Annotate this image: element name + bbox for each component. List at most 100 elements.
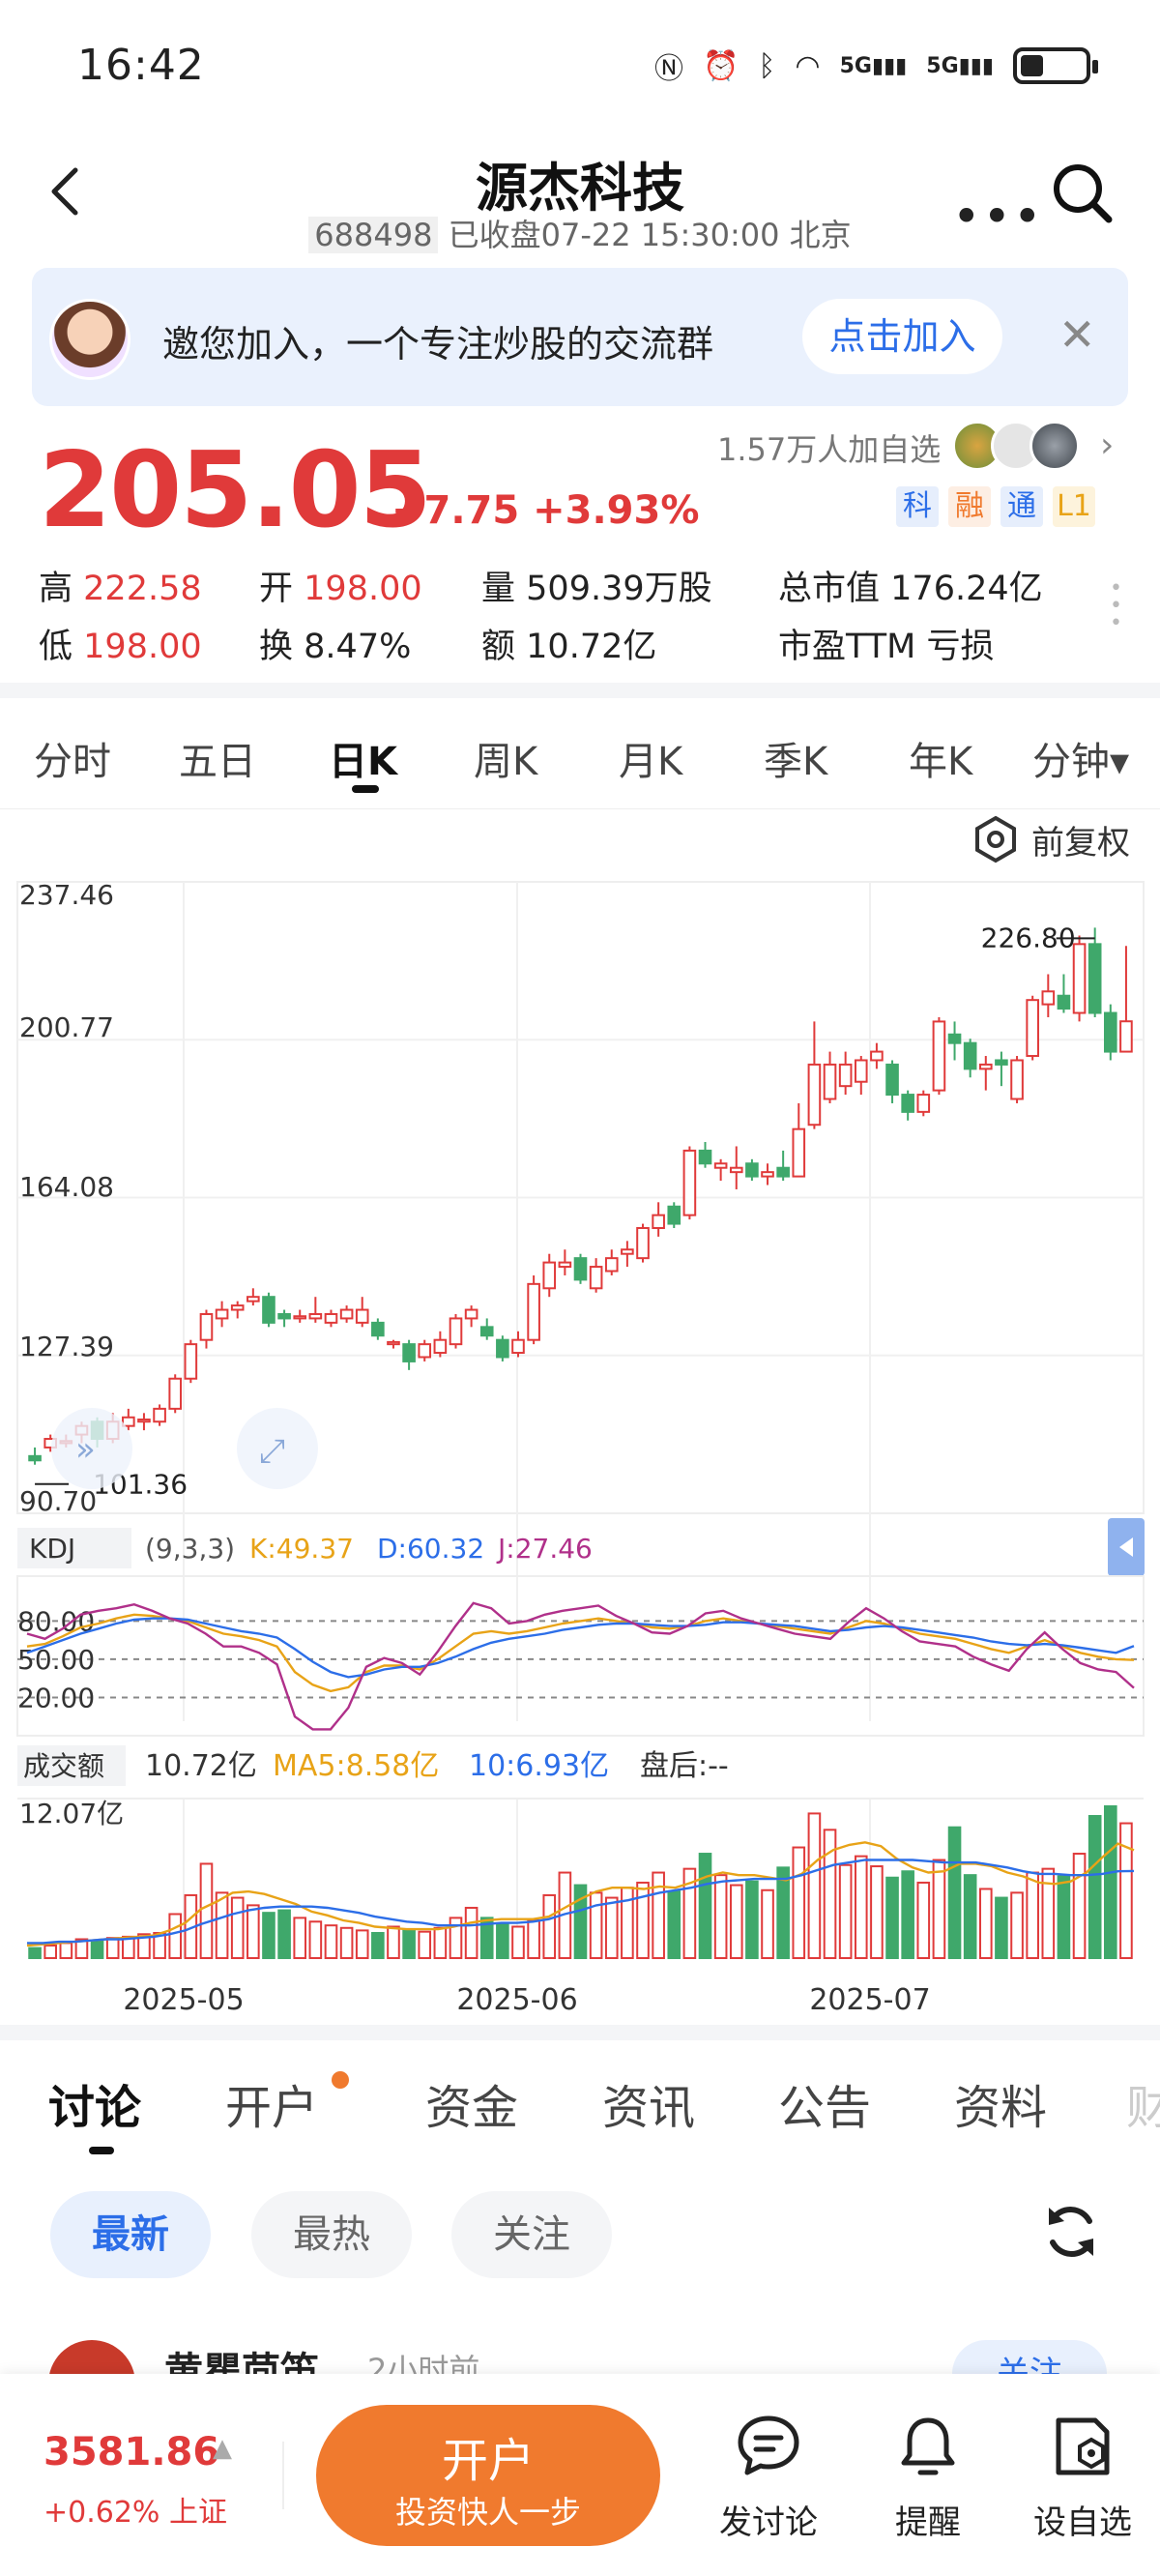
open-account-button[interactable]: 开户 投资快人一步: [316, 2405, 660, 2546]
volume-bar: [387, 1925, 400, 1959]
volume-bar: [339, 1926, 354, 1959]
close-icon[interactable]: ✕: [1058, 308, 1096, 361]
stat-turnover: 换 8.47%: [259, 628, 412, 666]
content-tab[interactable]: 资金: [425, 2069, 518, 2137]
candle-body: [792, 1127, 806, 1178]
follow-button[interactable]: 关注: [952, 2340, 1107, 2379]
avatar: [1030, 421, 1080, 471]
filter-pill[interactable]: 最热: [251, 2191, 412, 2278]
kline-tab[interactable]: 日K: [329, 730, 397, 786]
volume-bar: [1010, 1891, 1024, 1959]
candle-body: [652, 1214, 665, 1230]
index-change[interactable]: +0.62% 上证: [44, 2488, 227, 2531]
volume-bar: [246, 1904, 260, 1959]
stat-pe: 市盈TTM 亏损: [778, 628, 995, 666]
settings-hex-icon: [975, 815, 1016, 864]
refresh-icon[interactable]: [1039, 2200, 1103, 2264]
join-button[interactable]: 点击加入: [802, 299, 1002, 374]
avatar: [48, 2340, 135, 2379]
search-icon[interactable]: [1049, 160, 1116, 227]
kline-tab[interactable]: 周K: [474, 730, 537, 786]
stock-tag[interactable]: 科: [896, 486, 939, 527]
post-preview[interactable]: 黄瞿茴笛 2小时前 关注: [48, 2340, 1112, 2379]
candle-body: [636, 1227, 650, 1260]
candle-body: [1119, 1020, 1133, 1053]
content-tab[interactable]: 公告: [778, 2069, 871, 2137]
add-watchlist-button[interactable]: 设自选: [1015, 2413, 1150, 2543]
filter-pill[interactable]: 关注: [451, 2191, 612, 2278]
kline-tab[interactable]: 年K: [909, 730, 972, 786]
content-tab[interactable]: 资料: [954, 2069, 1047, 2137]
candle-body: [1088, 943, 1102, 1014]
candle-body: [1072, 943, 1087, 1014]
candle-body: [215, 1308, 229, 1320]
volume-bar: [1088, 1815, 1102, 1959]
expand-dots-icon[interactable]: • • •: [1110, 578, 1122, 634]
candle-body: [838, 1063, 853, 1088]
active-tab-indicator: [352, 785, 379, 793]
candle-body: [418, 1343, 432, 1359]
chat-icon: [738, 2415, 799, 2475]
candle-body: [153, 1407, 166, 1423]
volume-bar: [527, 1918, 540, 1960]
watchers-count[interactable]: 1.57万人加自选: [717, 425, 941, 470]
candle-body: [823, 1063, 837, 1100]
bell-icon: [901, 2417, 955, 2475]
candle-body: [277, 1312, 291, 1320]
volume-bar: [776, 1866, 790, 1959]
remind-button[interactable]: 提醒: [860, 2413, 996, 2543]
volume-bar: [916, 1881, 931, 1959]
candle-body: [511, 1338, 525, 1355]
content-tab[interactable]: 开户: [225, 2069, 318, 2137]
watchlist-icon: [1056, 2417, 1110, 2475]
signal-icon-2: 5G▮▮▮: [926, 53, 994, 78]
kline-tab[interactable]: 五日: [179, 730, 256, 786]
candle-body: [496, 1338, 509, 1359]
adjust-toggle[interactable]: 前复权: [972, 815, 1130, 864]
kline-chart[interactable]: 237.46200.77164.08127.3990.70226.80101.3…: [0, 870, 1160, 2031]
content-tab[interactable]: 讨论: [48, 2069, 141, 2137]
candle-body: [745, 1162, 759, 1178]
volume-bar: [963, 1874, 977, 1959]
volume-ma5: MA5:8.58亿: [273, 1749, 439, 1783]
kline-tabs: 分时 五日 日K 周K 月K 季K 年K 分钟▾: [0, 703, 1160, 809]
volume-bar: [105, 1937, 120, 1960]
candle-body: [573, 1257, 588, 1281]
watcher-avatars[interactable]: [952, 421, 1088, 471]
stock-tag[interactable]: 融: [948, 486, 991, 527]
group-invite-banner[interactable]: 邀您加入，一个专注炒股的交流群 点击加入 ✕: [32, 268, 1128, 406]
stock-tag[interactable]: 通: [1000, 486, 1043, 527]
more-icon[interactable]: •••: [952, 189, 1043, 245]
volume-bar: [621, 1887, 634, 1959]
candle-body: [885, 1063, 899, 1097]
volume-bar: [870, 1865, 884, 1959]
open-account-title: 开户: [441, 2434, 535, 2488]
volume-bar: [978, 1888, 993, 1959]
chevron-right-icon[interactable]: ›: [1100, 425, 1114, 465]
index-value[interactable]: 3581.86: [44, 2430, 219, 2474]
kline-tab[interactable]: 季K: [764, 730, 827, 786]
kdj-k-value: K:49.37: [249, 1533, 354, 1565]
candle-body: [558, 1261, 572, 1269]
candle-body: [995, 1059, 1008, 1066]
filter-pill[interactable]: 最新: [50, 2191, 211, 2278]
volume-label: 成交额: [23, 1750, 104, 1782]
candle-body: [621, 1248, 634, 1255]
kline-tab[interactable]: 月K: [619, 730, 682, 786]
discuss-label: 发讨论: [719, 2503, 818, 2542]
content-tab[interactable]: 资讯: [602, 2069, 695, 2137]
candle-body: [932, 1020, 946, 1092]
stat-open: 开 198.00: [259, 570, 422, 608]
header: 源杰科技 688498 已收盘07-22 15:30:00 北京 •••: [0, 135, 1160, 261]
volume-bar: [371, 1931, 385, 1960]
discuss-button[interactable]: 发讨论: [701, 2413, 836, 2543]
content-tab[interactable]: 财: [1126, 2069, 1160, 2137]
kline-tab[interactable]: 分钟▾: [1032, 730, 1129, 786]
kline-tab[interactable]: 分时: [34, 730, 111, 786]
candle-body: [1041, 990, 1056, 1006]
kdj-label: KDJ: [29, 1533, 75, 1565]
candle-body: [713, 1162, 728, 1169]
signal-icon: 5G▮▮▮: [839, 53, 908, 78]
stock-tag[interactable]: L1: [1053, 486, 1095, 527]
candle-body: [433, 1338, 448, 1355]
